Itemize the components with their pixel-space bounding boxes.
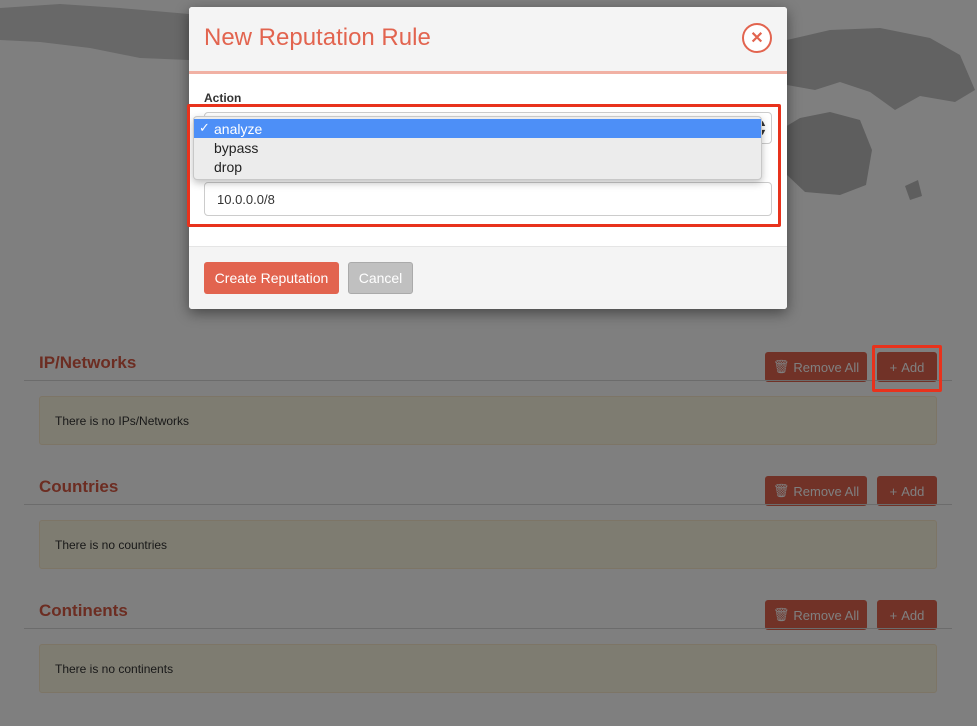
close-button[interactable]: ✕ — [742, 23, 772, 53]
cancel-button[interactable]: Cancel — [348, 262, 413, 294]
action-label: Action — [204, 91, 242, 105]
form-highlight — [187, 104, 781, 227]
add-button-highlight — [872, 345, 942, 392]
close-icon: ✕ — [750, 30, 764, 47]
create-reputation-button[interactable]: Create Reputation — [204, 262, 339, 294]
modal-title: New Reputation Rule — [204, 24, 431, 51]
modal-header: New Reputation Rule ✕ — [189, 7, 787, 74]
modal-footer: Create Reputation Cancel — [189, 247, 787, 309]
